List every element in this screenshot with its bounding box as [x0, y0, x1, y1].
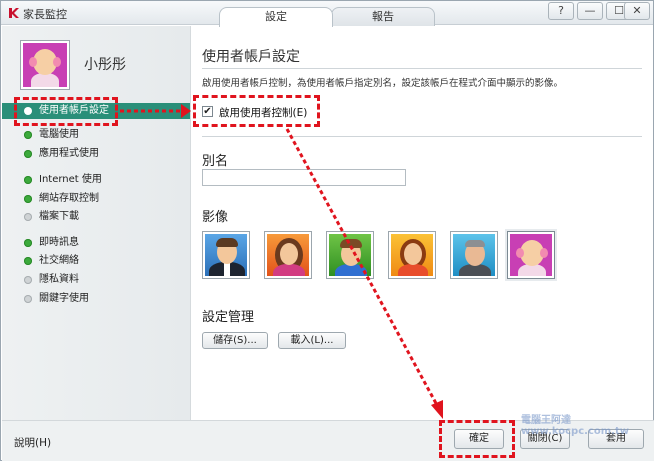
- status-dot-icon: [24, 176, 32, 184]
- watermark: 電腦王阿達 www.kocpc.com.tw: [521, 415, 629, 437]
- status-dot-icon: [24, 150, 32, 158]
- sidebar-item-label: 應用程式使用: [39, 148, 99, 159]
- man-suit-icon: [205, 234, 247, 276]
- profile-name: 小彤彤: [84, 57, 126, 73]
- section-title: 使用者帳戶設定: [202, 49, 300, 65]
- girl-icon: [391, 234, 433, 276]
- image-option-woman[interactable]: [264, 231, 312, 279]
- sidebar-item-internet-usage[interactable]: Internet 使用: [2, 172, 190, 188]
- status-dot-icon: [24, 295, 32, 303]
- tab-settings[interactable]: 設定: [219, 7, 333, 27]
- main-panel: 使用者帳戶設定 啟用使用者帳戶控制，為使用者帳戶指定別名，設定該帳戶在程式介面中…: [192, 26, 653, 420]
- divider: [202, 68, 642, 69]
- sidebar-item-label: 即時訊息: [39, 237, 79, 248]
- sidebar-item-label: 檔案下載: [39, 211, 79, 222]
- alias-label: 別名: [202, 154, 229, 169]
- highlight-checkbox: [193, 95, 320, 127]
- load-settings-button[interactable]: 載入(L)...: [278, 332, 346, 349]
- sidebar-item-label: 電腦使用: [39, 129, 79, 140]
- alias-input[interactable]: [202, 169, 406, 186]
- title-bar: 家長監控 報告 設定 ? — ☐ ✕: [1, 1, 653, 27]
- minimize-button[interactable]: —: [577, 2, 603, 20]
- settings-management-label: 設定管理: [202, 310, 255, 325]
- image-option-girl[interactable]: [388, 231, 436, 279]
- kaspersky-logo-icon: [9, 8, 19, 18]
- sidebar-item-app-usage[interactable]: 應用程式使用: [2, 146, 190, 162]
- sidebar-item-web-access-control[interactable]: 網站存取控制: [2, 191, 190, 207]
- sidebar-item-keyword-usage[interactable]: 關鍵字使用: [2, 291, 190, 307]
- image-label: 影像: [202, 210, 229, 225]
- sidebar-item-private-data[interactable]: 隱私資料: [2, 272, 190, 288]
- status-dot-icon: [24, 131, 32, 139]
- status-dot-icon: [24, 195, 32, 203]
- sidebar: 小彤彤 使用者帳戶設定 電腦使用 應用程式使用 Internet 使用 網站存取…: [2, 26, 191, 420]
- sidebar-item-label: 關鍵字使用: [39, 293, 89, 304]
- sidebar-item-label: Internet 使用: [39, 174, 102, 185]
- avatar[interactable]: [20, 40, 70, 90]
- divider: [202, 136, 642, 137]
- baby-icon: [510, 234, 552, 276]
- baby-avatar-icon: [23, 43, 67, 87]
- status-dot-icon: [24, 239, 32, 247]
- status-dot-icon: [24, 213, 32, 221]
- sidebar-item-social-network[interactable]: 社交網絡: [2, 253, 190, 269]
- help-link[interactable]: 說明(H): [14, 435, 51, 450]
- help-button[interactable]: ?: [548, 2, 574, 20]
- image-option-boy[interactable]: [326, 231, 374, 279]
- tab-report[interactable]: 報告: [331, 7, 435, 26]
- image-option-man-grey[interactable]: [450, 231, 498, 279]
- sidebar-item-computer-usage[interactable]: 電腦使用: [2, 127, 190, 143]
- highlight-ok-button: [439, 420, 515, 458]
- sidebar-item-file-download[interactable]: 檔案下載: [2, 209, 190, 225]
- status-dot-icon: [24, 257, 32, 265]
- sidebar-item-label: 隱私資料: [39, 274, 79, 285]
- sidebar-item-label: 網站存取控制: [39, 193, 99, 204]
- man-grey-icon: [453, 234, 495, 276]
- highlight-sidebar-item: [14, 97, 118, 126]
- parental-control-window: 家長監控 報告 設定 ? — ☐ ✕ 小彤彤 使用者帳戶設定 電腦使用 應用程式…: [0, 0, 654, 461]
- status-dot-icon: [24, 276, 32, 284]
- app-title: 家長監控: [23, 8, 67, 21]
- boy-icon: [329, 234, 371, 276]
- close-window-button[interactable]: ✕: [624, 2, 650, 20]
- woman-icon: [267, 234, 309, 276]
- sidebar-item-label: 社交網絡: [39, 255, 79, 266]
- save-settings-button[interactable]: 儲存(S)...: [202, 332, 268, 349]
- section-description: 啟用使用者帳戶控制，為使用者帳戶指定別名，設定該帳戶在程式介面中顯示的影像。: [202, 78, 564, 89]
- image-option-baby[interactable]: [507, 231, 555, 279]
- image-option-man-suit[interactable]: [202, 231, 250, 279]
- sidebar-item-instant-messaging[interactable]: 即時訊息: [2, 235, 190, 251]
